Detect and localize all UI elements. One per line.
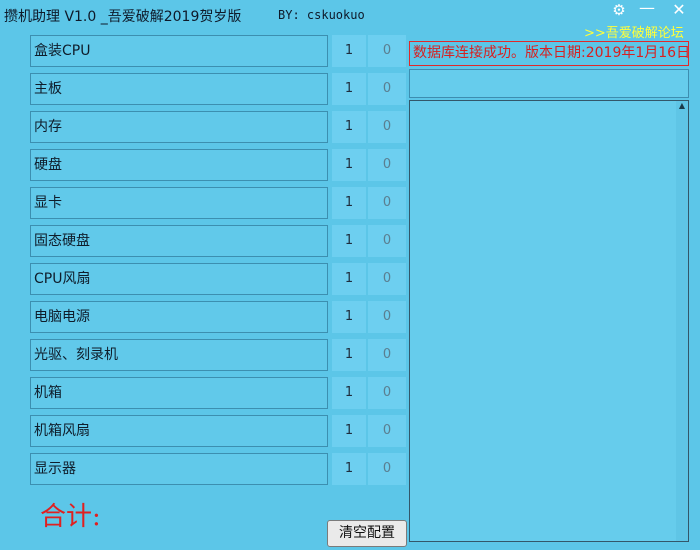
- component-name-field[interactable]: 固态硬盘: [30, 225, 328, 257]
- minimize-button[interactable]: —: [634, 0, 660, 20]
- price-field[interactable]: 0: [368, 111, 406, 143]
- total-label: 合计:: [40, 502, 101, 532]
- quantity-field[interactable]: 1: [332, 111, 366, 143]
- scrollbar[interactable]: ▲: [676, 101, 688, 541]
- component-name-field[interactable]: 电脑电源: [30, 301, 328, 333]
- quantity-field[interactable]: 1: [332, 35, 366, 67]
- info-field[interactable]: [409, 69, 689, 98]
- clear-config-button[interactable]: 清空配置: [327, 520, 407, 547]
- gear-icon[interactable]: ⚙: [606, 0, 632, 20]
- author-credit: BY: cskuokuo: [278, 8, 365, 22]
- quantity-field[interactable]: 1: [332, 263, 366, 295]
- component-name-field[interactable]: 硬盘: [30, 149, 328, 181]
- component-name-field[interactable]: 内存: [30, 111, 328, 143]
- quantity-field[interactable]: 1: [332, 415, 366, 447]
- quantity-field[interactable]: 1: [332, 339, 366, 371]
- price-field[interactable]: 0: [368, 415, 406, 447]
- component-name-field[interactable]: CPU风扇: [30, 263, 328, 295]
- price-field[interactable]: 0: [368, 187, 406, 219]
- status-message: 数据库连接成功。版本日期:2019年1月16日: [409, 41, 689, 66]
- quantity-field[interactable]: 1: [332, 453, 366, 485]
- forum-link[interactable]: >>吾爱破解论坛: [584, 22, 684, 41]
- quantity-field[interactable]: 1: [332, 149, 366, 181]
- component-name-field[interactable]: 显卡: [30, 187, 328, 219]
- quantity-field[interactable]: 1: [332, 187, 366, 219]
- price-field[interactable]: 0: [368, 263, 406, 295]
- quantity-field[interactable]: 1: [332, 377, 366, 409]
- price-field[interactable]: 0: [368, 453, 406, 485]
- component-name-field[interactable]: 主板: [30, 73, 328, 105]
- price-field[interactable]: 0: [368, 301, 406, 333]
- price-field[interactable]: 0: [368, 149, 406, 181]
- quantity-field[interactable]: 1: [332, 225, 366, 257]
- price-field[interactable]: 0: [368, 73, 406, 105]
- component-name-field[interactable]: 盒装CPU: [30, 35, 328, 67]
- component-name-field[interactable]: 机箱: [30, 377, 328, 409]
- price-field[interactable]: 0: [368, 35, 406, 67]
- close-button[interactable]: ✕: [666, 0, 692, 20]
- component-name-field[interactable]: 显示器: [30, 453, 328, 485]
- scroll-up-arrow-icon[interactable]: ▲: [676, 101, 688, 111]
- result-list[interactable]: ▲: [409, 100, 689, 542]
- price-field[interactable]: 0: [368, 225, 406, 257]
- component-name-field[interactable]: 光驱、刻录机: [30, 339, 328, 371]
- quantity-field[interactable]: 1: [332, 73, 366, 105]
- quantity-field[interactable]: 1: [332, 301, 366, 333]
- window-title: 攒机助理 V1.0 _吾爱破解2019贺岁版: [4, 9, 242, 25]
- price-field[interactable]: 0: [368, 377, 406, 409]
- price-field[interactable]: 0: [368, 339, 406, 371]
- component-name-field[interactable]: 机箱风扇: [30, 415, 328, 447]
